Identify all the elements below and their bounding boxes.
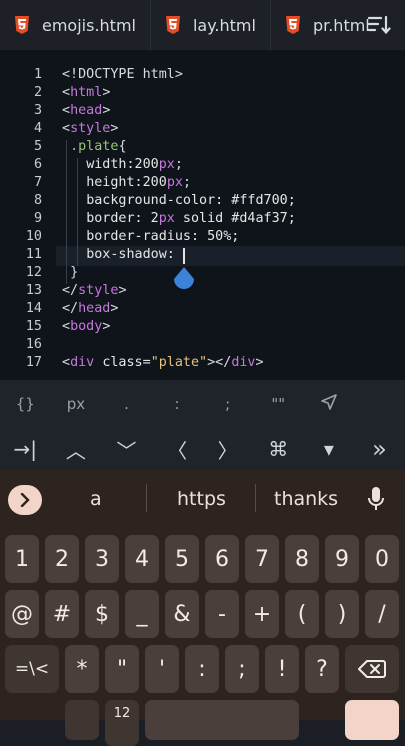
html5-icon — [165, 16, 180, 34]
chevron-right-icon — [20, 493, 30, 507]
key-double-quote[interactable]: " — [105, 645, 139, 693]
tab-label: emojis.html — [42, 15, 136, 35]
send-icon — [321, 394, 337, 410]
code-line-4: 4 <style> — [33, 121, 119, 136]
key-colon[interactable]: : — [185, 645, 219, 693]
emoji-key[interactable] — [65, 700, 99, 740]
key-slash[interactable]: / — [365, 590, 399, 638]
code-line-10: 10 border-radius: 50%; — [25, 229, 240, 244]
suggestion-https[interactable]: https — [177, 488, 226, 510]
code-line-8: 8 background-color: #ffd700; — [33, 193, 296, 208]
end-key[interactable]: » — [354, 428, 405, 470]
code-editor[interactable]: 1 <!DOCTYPE html> 2 <html> 3 <head> 4 <style… — [0, 50, 405, 380]
symbol-key-braces[interactable]: {} — [0, 395, 51, 413]
symbol-key-colon[interactable]: : — [152, 395, 203, 413]
key-ampersand[interactable]: & — [165, 590, 199, 638]
tab-emojis-html[interactable]: emojis.html — [0, 0, 151, 50]
code-line-13: 13 </style> — [25, 283, 127, 298]
code-line-14: 14 </head> — [25, 301, 119, 316]
html5-icon — [15, 16, 29, 34]
code-line-6: 6 width:200px; — [33, 157, 183, 172]
sort-icon[interactable] — [367, 14, 391, 36]
divider — [146, 484, 147, 512]
symbol-key-semicolon[interactable]: ; — [202, 395, 253, 413]
backspace-icon — [358, 660, 386, 678]
code-line-2: 2 <html> — [33, 85, 111, 100]
key-symbols-page[interactable]: =\< — [5, 645, 59, 693]
key-1[interactable]: 1 — [5, 535, 39, 583]
key-single-quote[interactable]: ' — [145, 645, 179, 693]
arrow-down-key[interactable]: ﹀ — [101, 428, 152, 470]
key-0[interactable]: 0 — [365, 535, 399, 583]
key-5[interactable]: 5 — [165, 535, 199, 583]
suggestion-strip: a https thanks — [0, 470, 405, 528]
code-line-16: 16 — [25, 337, 42, 352]
dropdown-key[interactable]: ▾ — [304, 428, 355, 470]
tab-key[interactable]: →| — [0, 428, 51, 470]
command-key[interactable]: ⌘ — [253, 428, 304, 470]
symbol-key-px[interactable]: px — [51, 395, 102, 413]
navigation-bar: →| ︿ ﹀ 〈 〉 ⌘ ▾ » — [0, 428, 405, 470]
key-open-paren[interactable]: ( — [285, 590, 319, 638]
tab-label: lay.html — [192, 15, 256, 35]
backspace-key[interactable] — [345, 645, 399, 693]
key-semicolon[interactable]: ; — [225, 645, 259, 693]
send-button[interactable] — [304, 393, 355, 415]
text-cursor — [183, 248, 185, 264]
key-question[interactable]: ? — [305, 645, 339, 693]
text-cursor-handle-icon[interactable] — [173, 267, 195, 291]
code-line-1: 1 <!DOCTYPE html> — [33, 67, 183, 82]
key-exclamation[interactable]: ! — [265, 645, 299, 693]
key-8[interactable]: 8 — [285, 535, 319, 583]
key-asterisk[interactable]: * — [65, 645, 99, 693]
tab-label: pr.html — [312, 15, 370, 35]
key-underscore[interactable]: _ — [125, 590, 159, 638]
soft-keyboard: a https thanks 1 2 3 4 5 6 7 8 9 0 @ # $… — [0, 470, 405, 746]
symbol-bar: {} px . : ; "" — [0, 380, 405, 428]
code-line-5: 5 .plate{ — [33, 139, 127, 154]
key-hash[interactable]: # — [45, 590, 79, 638]
tab-lay-html[interactable]: lay.html — [151, 0, 271, 50]
arrow-up-key[interactable]: ︿ — [51, 428, 102, 470]
key-numeric-page[interactable]: 12 — [105, 700, 139, 746]
code-line-3: 3 <head> — [33, 103, 111, 118]
arrow-left-key[interactable]: 〈 — [152, 428, 203, 470]
code-line-12: 12 } — [25, 265, 79, 280]
symbol-key-dot[interactable]: . — [101, 395, 152, 413]
divider — [255, 484, 256, 512]
key-4[interactable]: 4 — [125, 535, 159, 583]
key-close-paren[interactable]: ) — [325, 590, 359, 638]
arrow-right-key[interactable]: 〉 — [202, 428, 253, 470]
microphone-icon[interactable] — [367, 486, 385, 512]
symbol-key-quotes[interactable]: "" — [253, 395, 304, 413]
key-dollar[interactable]: $ — [85, 590, 119, 638]
enter-key[interactable] — [345, 700, 399, 740]
key-plus[interactable]: + — [245, 590, 279, 638]
expand-toolbar-button[interactable] — [8, 485, 42, 515]
key-2[interactable]: 2 — [45, 535, 79, 583]
tab-bar: emojis.html lay.html pr.html — [0, 0, 405, 51]
space-key[interactable] — [145, 700, 299, 740]
key-7[interactable]: 7 — [245, 535, 279, 583]
code-line-7: 7 height:200px; — [33, 175, 191, 190]
suggestion-thanks[interactable]: thanks — [274, 488, 338, 510]
code-line-15: 15 <body> — [25, 319, 111, 334]
key-minus[interactable]: - — [205, 590, 239, 638]
code-line-11: 11 box-shadow: — [25, 247, 183, 262]
key-at[interactable]: @ — [5, 590, 39, 638]
code-line-17: 17 <div class="plate"></div> — [25, 355, 264, 370]
key-6[interactable]: 6 — [205, 535, 239, 583]
suggestion-a[interactable]: a — [90, 488, 102, 510]
key-3[interactable]: 3 — [85, 535, 119, 583]
key-9[interactable]: 9 — [325, 535, 359, 583]
code-text: <!DOCTYPE html> — [62, 67, 183, 82]
html5-icon — [285, 16, 300, 34]
code-line-9: 9 border: 2px solid #d4af37; — [33, 211, 296, 226]
